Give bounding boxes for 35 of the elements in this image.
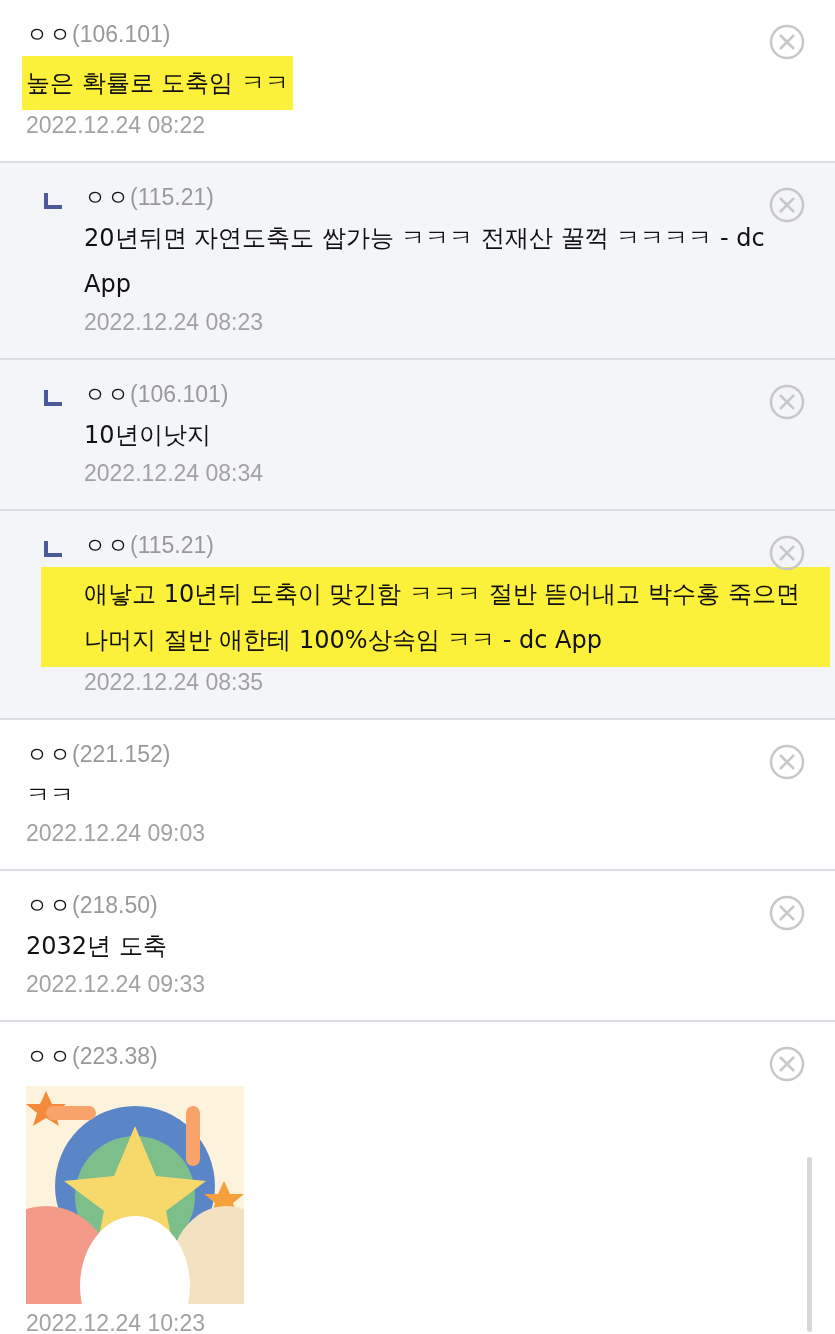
comment-text: 2032년 도축 (26, 932, 167, 960)
delete-icon[interactable] (769, 895, 805, 931)
author-name: ㅇㅇ (26, 1043, 72, 1071)
author-name: ㅇㅇ (84, 381, 130, 409)
comment-date: 2022.12.24 10:23 (26, 1310, 207, 1334)
comment-text: 높은 확률로 도축임 ㅋㅋ (22, 56, 293, 110)
author-name: ㅇㅇ (26, 892, 72, 920)
delete-icon[interactable] (769, 1046, 805, 1082)
comment-date: 2022.12.24 09:03 (26, 820, 207, 847)
ip-address: (221.152) (72, 741, 171, 768)
comment-text: 애낳고 10년뒤 도축이 맞긴함 ㅋㅋㅋ 절반 뜯어내고 박수홍 죽으면 나머지 절반 애한테 100%상속임 ㅋㅋ - dc App (41, 567, 830, 667)
author-name: ㅇㅇ (26, 741, 72, 769)
ip-address: (218.50) (72, 892, 158, 919)
comment-date: 2022.12.24 08:23 (84, 309, 265, 336)
ip-address: (115.21) (130, 184, 214, 211)
comment-text: ㅋㅋ (26, 781, 74, 809)
author-name: ㅇㅇ (84, 532, 130, 560)
comment-date: 2022.12.24 09:33 (26, 971, 207, 998)
delete-icon[interactable] (769, 187, 805, 223)
author-name: ㅇㅇ (26, 21, 72, 49)
delete-icon[interactable] (769, 535, 805, 571)
ip-address: (106.101) (72, 21, 171, 48)
comment-text: 10년이낫지 (84, 421, 211, 449)
scrollbar[interactable] (807, 1157, 812, 1332)
ip-address: (223.38) (72, 1043, 158, 1070)
comment-date: 2022.12.24 08:34 (84, 460, 265, 487)
ip-address: (106.101) (130, 381, 229, 408)
comment-date: 2022.12.24 08:35 (84, 669, 265, 696)
comment-date: 2022.12.24 08:22 (26, 112, 207, 139)
delete-icon[interactable] (769, 24, 805, 60)
delete-icon[interactable] (769, 384, 805, 420)
author-name: ㅇㅇ (84, 184, 130, 212)
ip-address: (115.21) (130, 532, 214, 559)
comment-text: 20년뒤면 자연도축도 쌉가능 ㅋㅋㅋ 전재산 꿀꺽 ㅋㅋㅋㅋ - dc App (84, 224, 765, 298)
delete-icon[interactable] (769, 744, 805, 780)
